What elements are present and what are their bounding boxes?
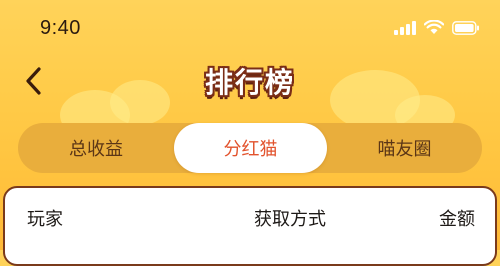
tab-dividend-cat[interactable]: 分红猫 bbox=[174, 123, 327, 173]
page-title: 排行榜 bbox=[204, 66, 295, 99]
status-time: 9:40 bbox=[40, 17, 81, 39]
battery-icon bbox=[452, 20, 479, 35]
column-header-amount: 金额 bbox=[439, 209, 475, 230]
status-icons bbox=[394, 20, 480, 35]
column-header-method: 获取方式 bbox=[254, 209, 326, 230]
nav-bar: 排行榜 bbox=[0, 55, 500, 110]
ranking-table: 玩家 获取方式 金额 bbox=[3, 186, 497, 266]
table-header: 玩家 获取方式 金额 bbox=[5, 188, 495, 248]
tab-bar: 总收益 分红猫 喵友圈 bbox=[18, 123, 482, 173]
status-bar: 9:40 bbox=[0, 0, 500, 60]
wifi-icon bbox=[424, 20, 444, 34]
tab-meow-friends[interactable]: 喵友圈 bbox=[327, 123, 482, 173]
signal-icon bbox=[394, 20, 416, 35]
tab-total-earnings[interactable]: 总收益 bbox=[18, 123, 174, 173]
column-header-player: 玩家 bbox=[27, 209, 63, 230]
